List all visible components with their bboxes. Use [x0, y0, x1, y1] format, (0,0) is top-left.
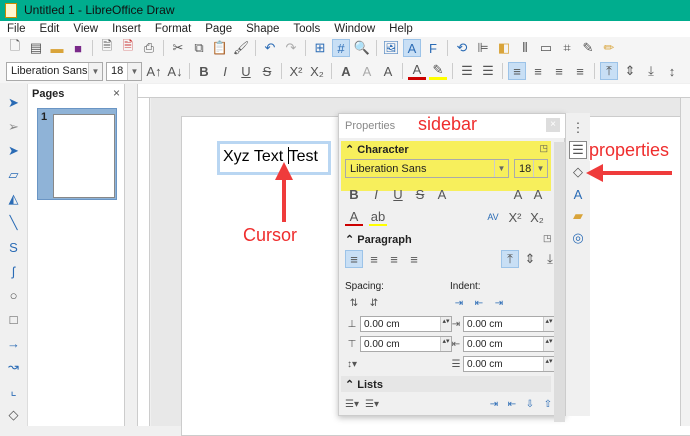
- annotation-arrows: [275, 162, 672, 222]
- arrow-to-cursor-icon: [275, 162, 293, 222]
- arrow-to-properties-icon: [586, 164, 672, 182]
